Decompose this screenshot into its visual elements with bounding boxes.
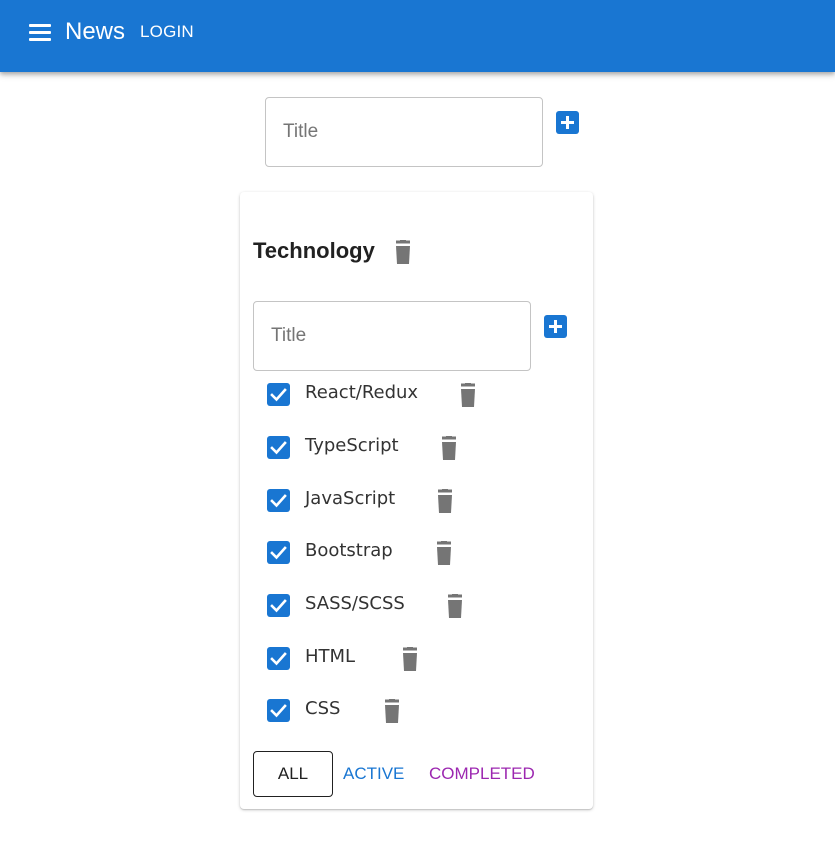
item-label: JavaScript xyxy=(305,488,396,509)
item-checkbox[interactable] xyxy=(267,489,290,512)
item-label: CSS xyxy=(305,698,341,719)
check-icon xyxy=(270,388,287,402)
filter-completed-button[interactable]: COMPLETED xyxy=(429,764,535,784)
new-list-title-input[interactable] xyxy=(283,98,523,166)
list-item: TypeScript xyxy=(267,433,567,463)
list-item: JavaScript xyxy=(267,486,567,516)
add-list-icon[interactable] xyxy=(556,111,579,134)
add-item-icon[interactable] xyxy=(544,315,567,338)
item-checkbox[interactable] xyxy=(267,647,290,670)
filter-active-button[interactable]: ACTIVE xyxy=(343,764,404,784)
check-icon xyxy=(270,546,287,560)
delete-item-icon[interactable] xyxy=(400,647,420,671)
new-item-title-field[interactable] xyxy=(253,301,531,371)
list-item: SASS/SCSS xyxy=(267,591,567,621)
menu-icon[interactable] xyxy=(27,21,53,43)
item-label: React/Redux xyxy=(305,382,419,403)
list-item: React/Redux xyxy=(267,380,567,410)
delete-item-icon[interactable] xyxy=(458,383,478,407)
list-title: Technology xyxy=(253,238,375,263)
delete-item-icon[interactable] xyxy=(439,436,459,460)
check-icon xyxy=(270,599,287,613)
login-button[interactable]: LOGIN xyxy=(140,21,194,43)
new-item-title-input[interactable] xyxy=(271,302,511,370)
check-icon xyxy=(270,494,287,508)
item-label: TypeScript xyxy=(305,435,399,456)
item-checkbox[interactable] xyxy=(267,541,290,564)
check-icon xyxy=(270,704,287,718)
list-item: Bootstrap xyxy=(267,538,567,568)
app-bar: News LOGIN xyxy=(0,0,835,72)
list-item: CSS xyxy=(267,696,567,726)
item-checkbox[interactable] xyxy=(267,699,290,722)
delete-item-icon[interactable] xyxy=(382,699,402,723)
filter-all-button[interactable]: ALL xyxy=(253,751,333,797)
item-label: Bootstrap xyxy=(305,540,393,561)
new-list-title-field[interactable] xyxy=(265,97,543,167)
check-icon xyxy=(270,652,287,666)
delete-item-icon[interactable] xyxy=(435,489,455,513)
item-label: HTML xyxy=(305,646,356,667)
item-checkbox[interactable] xyxy=(267,436,290,459)
app-title: News xyxy=(65,18,126,45)
todo-list-card: Technology React/Redux TypeScript JavaScri… xyxy=(240,192,593,809)
item-label: SASS/SCSS xyxy=(305,593,405,614)
delete-item-icon[interactable] xyxy=(445,594,465,618)
delete-item-icon[interactable] xyxy=(434,541,454,565)
item-checkbox[interactable] xyxy=(267,383,290,406)
list-item: HTML xyxy=(267,644,567,674)
check-icon xyxy=(270,441,287,455)
delete-list-icon[interactable] xyxy=(393,240,413,264)
item-checkbox[interactable] xyxy=(267,594,290,617)
